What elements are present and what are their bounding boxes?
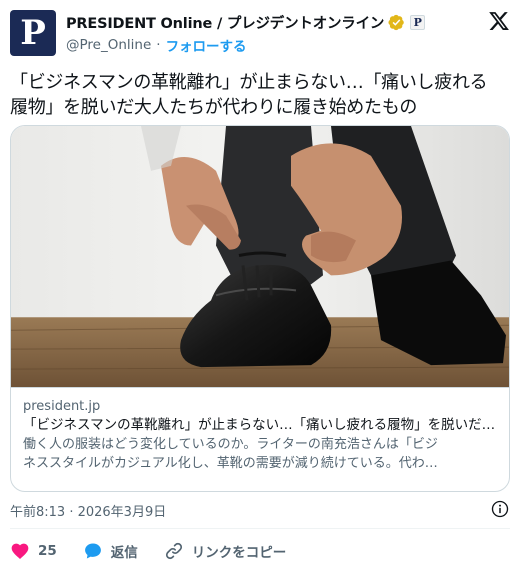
reply-bubble-icon (84, 543, 101, 559)
x-logo-icon[interactable] (488, 10, 510, 32)
affiliate-badge[interactable]: P (410, 15, 426, 30)
card-domain: president.jp (23, 399, 101, 414)
avatar-letter: P (20, 13, 46, 53)
card-description: 働く人の服装はどう変化しているのか。ライターの南充浩さんは「ビジ ネススタイルが… (23, 435, 499, 473)
info-icon[interactable] (491, 500, 509, 518)
link-icon (165, 542, 182, 560)
reply-button[interactable]: 返信 (83, 541, 138, 561)
author-handle-row: @Pre_Online · フォローする (66, 35, 247, 55)
heart-icon (11, 543, 29, 559)
author-name-row: PRESIDENT Online / プレジデントオンライン P (66, 12, 426, 33)
action-bar: 25 返信 リンクをコピー (10, 540, 312, 562)
tweet-text-line: 「ビジネスマンの革靴離れ」が止まらない…「痛いし疲れる (10, 72, 488, 93)
reply-label: 返信 (110, 545, 138, 561)
card-image[interactable] (11, 126, 509, 388)
tweet-text: 「ビジネスマンの革靴離れ」が止まらない…「痛いし疲れる 履物」を脱いだ大人たちが… (10, 70, 510, 120)
author-handle[interactable]: @Pre_Online (66, 37, 151, 53)
card-description-line: ネススタイルがカジュアル化し、革靴の需要が減り続けている。代わ… (23, 456, 438, 471)
tweet-header: P PRESIDENT Online / プレジデントオンライン P @Pre_… (10, 8, 510, 58)
like-button[interactable]: 25 (10, 541, 57, 561)
card-title[interactable]: 「ビジネスマンの革靴離れ」が止まらない…「痛いし疲れる履物」を脱いだ… (23, 416, 499, 435)
card-description-line: 働く人の服装はどう変化しているのか。ライターの南充浩さんは「ビジ (23, 437, 438, 452)
copy-link-button[interactable]: リンクをコピー (164, 541, 287, 561)
tweet-timestamp[interactable]: 午前8:13 · 2026年3月9日 (10, 501, 166, 520)
like-count: 25 (38, 543, 57, 559)
separator-dot: · (156, 37, 161, 53)
verified-badge-icon (388, 14, 404, 31)
card-body: president.jp 「ビジネスマンの革靴離れ」が止まらない…「痛いし疲れる… (23, 398, 499, 473)
tweet-text-line: 履物」を脱いだ大人たちが代わりに履き始めたもの (10, 97, 418, 118)
follow-button[interactable]: フォローする (166, 35, 247, 55)
avatar[interactable]: P (10, 10, 56, 56)
divider (10, 528, 510, 529)
copy-link-label: リンクをコピー (191, 545, 287, 561)
author-name[interactable]: PRESIDENT Online / プレジデントオンライン (66, 12, 384, 33)
link-card[interactable]: president.jp 「ビジネスマンの革靴離れ」が止まらない…「痛いし疲れる… (10, 125, 510, 492)
